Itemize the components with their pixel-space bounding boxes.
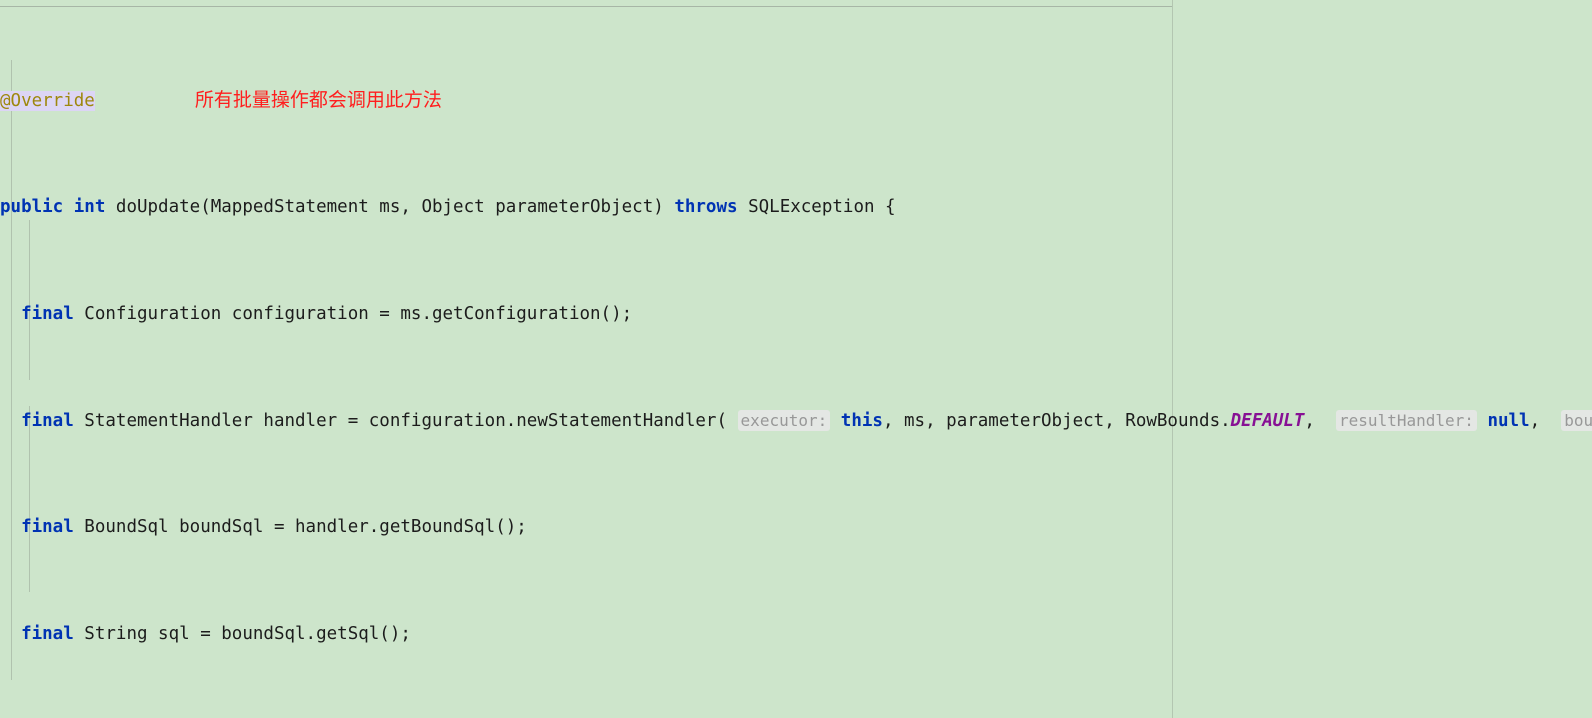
code-text-block[interactable]: @Override 所有批量操作都会调用此方法 public int doUpda… — [0, 7, 1592, 718]
keyword-final: final — [21, 410, 74, 431]
keyword-final: final — [21, 624, 74, 645]
keyword-public: public — [0, 196, 64, 217]
code-line-4[interactable]: final StatementHandler handler = configu… — [0, 408, 1592, 435]
static-field-default: DEFAULT — [1230, 410, 1305, 431]
keyword-throws: throws — [674, 196, 738, 217]
code-line-5[interactable]: final BoundSql boundSql = handler.getBou… — [0, 514, 1592, 541]
line-5-text: BoundSql boundSql = handler.getBoundSql(… — [73, 517, 527, 538]
inlay-hint-result-handler[interactable]: resultHandler: — [1336, 409, 1477, 431]
line-6-text: String sql = boundSql.getSql(); — [73, 624, 411, 645]
throws-type: SQLException { — [737, 196, 896, 217]
keyword-null-1: null — [1487, 410, 1530, 431]
space-1 — [63, 197, 74, 217]
keyword-final: final — [21, 303, 74, 324]
method-signature: doUpdate(MappedStatement ms, Object para… — [105, 196, 675, 217]
code-line-2[interactable]: public int doUpdate(MappedStatement ms, … — [0, 194, 1592, 221]
top-red-note: 所有批量操作都会调用此方法 — [194, 89, 442, 112]
line-3-text: Configuration configuration = ms.getConf… — [73, 303, 633, 324]
line-4-text-a: StatementHandler handler = configuration… — [73, 410, 727, 431]
code-line-3[interactable]: final Configuration configuration = ms.g… — [0, 301, 1592, 328]
keyword-final: final — [21, 517, 74, 538]
line-4-text-c: , — [1304, 410, 1315, 431]
code-editor-pane[interactable]: @Override 所有批量操作都会调用此方法 public int doUpda… — [0, 0, 1592, 718]
code-line-6[interactable]: final String sql = boundSql.getSql(); — [0, 621, 1592, 648]
code-line-1[interactable]: @Override 所有批量操作都会调用此方法 — [0, 87, 1592, 114]
inlay-hint-executor[interactable]: executor: — [737, 409, 831, 431]
override-annotation[interactable]: @Override — [0, 91, 95, 112]
line-4-text-d: , — [1529, 410, 1541, 431]
keyword-this: this — [840, 410, 883, 431]
line-4-text-b: , ms, parameterObject, RowBounds. — [882, 410, 1231, 431]
keyword-int: int — [73, 196, 106, 217]
inlay-hint-bound-sql[interactable]: boundSql: — [1561, 409, 1592, 431]
